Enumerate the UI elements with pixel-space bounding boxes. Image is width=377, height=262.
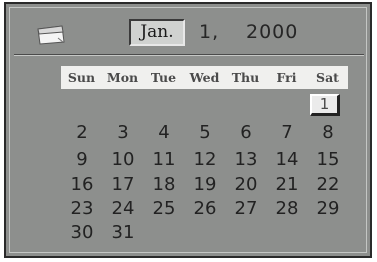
day-cell[interactable]: 5 [186, 122, 224, 144]
day-cell[interactable]: 3 [104, 122, 142, 144]
day-cell[interactable]: 2 [63, 122, 101, 144]
day-cell[interactable]: 24 [104, 198, 142, 220]
day-cell[interactable]: 30 [63, 222, 101, 244]
day-cell[interactable]: 7 [268, 122, 306, 144]
day-selector[interactable]: 1, [199, 18, 219, 46]
day-cell[interactable]: 13 [227, 149, 265, 171]
weekday-header: Sun Mon Tue Wed Thu Fri Sat [61, 66, 348, 89]
day-cell[interactable]: 27 [227, 198, 265, 220]
weekday-sat: Sat [316, 70, 339, 85]
weekday-wed: Wed [189, 70, 220, 85]
weekday-fri: Fri [276, 70, 297, 85]
day-cell[interactable]: 29 [309, 198, 347, 220]
day-cell[interactable]: 19 [186, 174, 224, 196]
weekday-mon: Mon [106, 70, 139, 85]
header-divider [14, 54, 364, 56]
day-cell[interactable]: 16 [63, 174, 101, 196]
weekday-sun: Sun [67, 70, 96, 85]
day-cell[interactable]: 25 [145, 198, 183, 220]
day-cell[interactable]: 8 [309, 122, 347, 144]
day-cell[interactable]: 9 [63, 149, 101, 171]
weekday-thu: Thu [231, 70, 260, 85]
day-cell[interactable]: 11 [145, 149, 183, 171]
day-cell[interactable]: 6 [227, 122, 265, 144]
day-cell[interactable]: 22 [309, 174, 347, 196]
calendar-icon[interactable] [36, 24, 66, 46]
day-cell[interactable]: 26 [186, 198, 224, 220]
calendar-window: Jan. 1, 2000 Sun Mon Tue Wed Thu Fri Sat… [4, 2, 372, 258]
day-cell[interactable]: 20 [227, 174, 265, 196]
day-cell[interactable]: 28 [268, 198, 306, 220]
day-cell[interactable]: 17 [104, 174, 142, 196]
month-selector[interactable]: Jan. [129, 19, 185, 46]
day-cell[interactable]: 10 [104, 149, 142, 171]
day-cell[interactable]: 21 [268, 174, 306, 196]
day-cell[interactable]: 31 [104, 222, 142, 244]
day-cell[interactable]: 4 [145, 122, 183, 144]
day-cell[interactable]: 23 [63, 198, 101, 220]
day-cell[interactable]: 15 [309, 149, 347, 171]
day-cell[interactable]: 12 [186, 149, 224, 171]
year-selector[interactable]: 2000 [246, 18, 298, 46]
day-cell-selected[interactable]: 1 [310, 94, 340, 116]
day-cell[interactable]: 18 [145, 174, 183, 196]
weekday-tue: Tue [150, 70, 177, 85]
day-cell[interactable]: 14 [268, 149, 306, 171]
